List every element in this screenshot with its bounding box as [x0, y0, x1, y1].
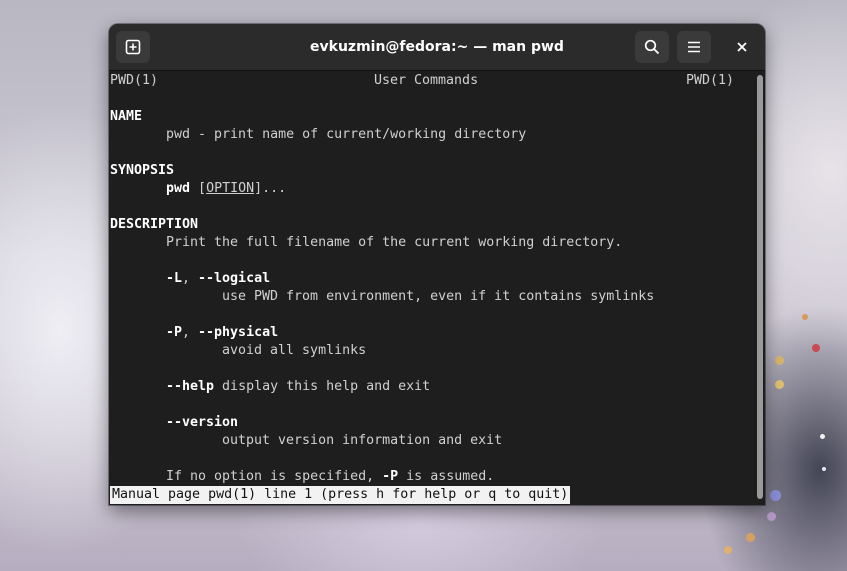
synopsis-open-bracket: [ — [198, 181, 207, 196]
default-note-prefix: If no option is specified, — [166, 469, 383, 484]
menu-button[interactable] — [677, 31, 711, 63]
option-separator: , — [182, 271, 199, 286]
name-heading: NAME — [110, 109, 143, 124]
option-P-short: -P — [166, 325, 183, 340]
close-button[interactable] — [725, 31, 759, 63]
option-separator: , — [182, 325, 199, 340]
wallpaper-dot — [775, 356, 784, 365]
hamburger-menu-icon — [688, 41, 700, 53]
option-help: --help display this help and exit — [166, 378, 430, 396]
synopsis-close: ]... — [254, 181, 287, 196]
synopsis-option: OPTION — [206, 181, 255, 196]
man-header-right: PWD(1) — [686, 73, 735, 88]
close-icon — [737, 42, 747, 52]
synopsis-line: pwd [OPTION]... — [166, 180, 286, 198]
wallpaper-dot — [767, 512, 776, 521]
option-L-short: -L — [166, 271, 183, 286]
wallpaper-dot — [802, 314, 808, 320]
option-physical-desc: avoid all symlinks — [222, 343, 367, 358]
option-help-flag: --help — [166, 379, 215, 394]
description-heading: DESCRIPTION — [110, 217, 199, 232]
synopsis-command: pwd — [166, 181, 191, 196]
default-note-flag: -P — [382, 469, 399, 484]
scrollbar[interactable] — [755, 71, 765, 505]
option-P-long: --physical — [198, 325, 279, 340]
option-physical: -P, --physical — [166, 324, 278, 342]
search-icon — [644, 39, 660, 55]
wallpaper-dot — [775, 380, 784, 389]
option-help-desc: display this help and exit — [214, 379, 431, 394]
option-version-desc: output version information and exit — [222, 433, 503, 448]
man-header-center: User Commands — [374, 73, 479, 88]
option-logical-desc: use PWD from environment, even if it con… — [222, 289, 655, 304]
synopsis-heading: SYNOPSIS — [110, 163, 175, 178]
wallpaper-dot — [822, 467, 826, 471]
wallpaper-dot — [770, 490, 781, 501]
terminal-window: evkuzmin@fedora:~ — man pwd PWD(1) User … — [109, 24, 765, 505]
search-button[interactable] — [635, 31, 669, 63]
option-L-long: --logical — [198, 271, 271, 286]
option-logical: -L, --logical — [166, 270, 270, 288]
scrollbar-thumb[interactable] — [757, 75, 763, 499]
option-version-flag: --version — [166, 415, 239, 430]
desktop-wallpaper: evkuzmin@fedora:~ — man pwd PWD(1) User … — [0, 0, 847, 571]
title-bar[interactable]: evkuzmin@fedora:~ — man pwd — [109, 24, 765, 71]
name-text: pwd - print name of current/working dire… — [166, 127, 527, 142]
default-note-suffix: is assumed. — [398, 469, 495, 484]
man-header-left: PWD(1) — [110, 73, 159, 88]
description-text: Print the full filename of the current w… — [166, 235, 623, 250]
wallpaper-dot — [724, 546, 732, 554]
wallpaper-dot — [812, 344, 820, 352]
pager-status-bar: Manual page pwd(1) line 1 (press h for h… — [110, 486, 571, 504]
wallpaper-dot — [820, 434, 825, 439]
wallpaper-dot — [746, 533, 755, 542]
default-note: If no option is specified, -P is assumed… — [166, 468, 494, 486]
terminal-content[interactable]: PWD(1) User Commands PWD(1) NAME pwd - p… — [109, 71, 755, 505]
